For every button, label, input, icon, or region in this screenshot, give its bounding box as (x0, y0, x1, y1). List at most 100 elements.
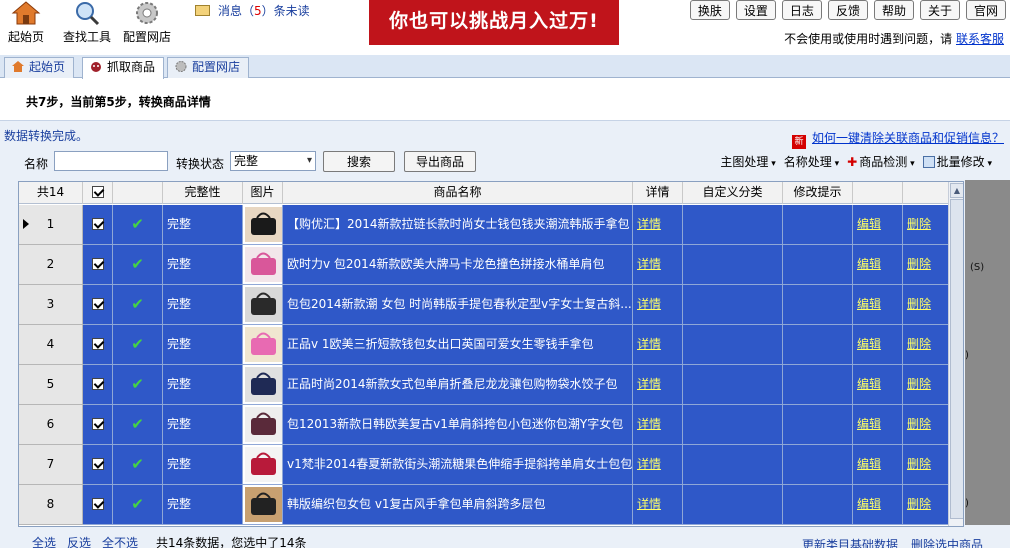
log-button[interactable]: 日志 (781, 0, 822, 20)
tab-home[interactable]: 起始页 (4, 57, 75, 78)
contact-support-link[interactable]: 联系客服 (956, 32, 1004, 46)
detail-link[interactable]: 详情 (637, 257, 661, 271)
invert-select-link[interactable]: 反选 (67, 534, 91, 548)
row-checkbox[interactable] (91, 298, 104, 310)
tab-config-store[interactable]: 配置网店 (167, 57, 250, 78)
name-process-menu[interactable]: 名称处理 (784, 153, 839, 170)
edit-link[interactable]: 编辑 (857, 337, 881, 351)
scroll-thumb[interactable] (950, 199, 963, 519)
detail-link[interactable]: 详情 (637, 337, 661, 351)
message-suffix: ）条未读 (261, 4, 310, 18)
edit-link[interactable]: 编辑 (857, 457, 881, 471)
batch-edit-menu[interactable]: 批量修改 (922, 153, 992, 170)
find-tool[interactable]: 查找工具 (60, 0, 114, 45)
row-select-cell[interactable] (83, 245, 113, 285)
search-button[interactable]: 搜索 (323, 151, 395, 172)
detail-link[interactable]: 详情 (637, 497, 661, 511)
table-row[interactable]: 2 ✔ 完整 欧时力v 包2014新款欧美大牌马卡龙色撞色拼接水桶单肩包 详情 编辑 删除 (19, 245, 949, 285)
row-index: 8 (19, 485, 83, 525)
row-hint-cell (783, 445, 853, 485)
delete-link[interactable]: 删除 (907, 497, 931, 511)
delete-link[interactable]: 删除 (907, 377, 931, 391)
edit-link[interactable]: 编辑 (857, 497, 881, 511)
edit-link[interactable]: 编辑 (857, 377, 881, 391)
about-button[interactable]: 关于 (919, 0, 960, 20)
row-checkbox[interactable] (91, 418, 104, 430)
row-select-cell[interactable] (83, 325, 113, 365)
table-row[interactable]: 3 ✔ 完整 包包2014新款潮 女包 时尚韩版手提包春秋定型v字女士复古斜... 详情… (19, 285, 949, 325)
promo-banner[interactable]: 你也可以挑战月入过万! (369, 0, 619, 45)
row-select-cell[interactable] (83, 405, 113, 445)
status-select[interactable]: 完整 (230, 151, 316, 171)
edit-link[interactable]: 编辑 (857, 417, 881, 431)
detail-link[interactable]: 详情 (637, 217, 661, 231)
row-select-cell[interactable] (83, 365, 113, 405)
feedback-button[interactable]: 反馈 (827, 0, 868, 20)
edit-link[interactable]: 编辑 (857, 257, 881, 271)
delete-link[interactable]: 删除 (907, 417, 931, 431)
row-image-cell (243, 445, 283, 485)
row-checkbox[interactable] (91, 498, 104, 510)
vertical-scrollbar[interactable]: ▲ (948, 182, 963, 526)
row-index: 5 (19, 365, 83, 405)
select-all-link[interactable]: 全选 (32, 534, 56, 548)
clear-association-link[interactable]: 如何一键清除关联商品和促销信息？ (812, 131, 1004, 145)
row-checkbox[interactable] (91, 338, 104, 350)
row-name: 正品v 1欧美三折短款钱包女出口英国可爱女生零钱手拿包 (283, 325, 633, 365)
table-row[interactable]: 7 ✔ 完整 v1梵非2014春夏新款街头潮流糖果色伸缩手提斜挎单肩女士包包 详情 编辑 删… (19, 445, 949, 485)
row-checkbox[interactable] (91, 218, 104, 230)
row-checkbox[interactable] (91, 378, 104, 390)
row-select-cell[interactable] (83, 445, 113, 485)
detail-link[interactable]: 详情 (637, 417, 661, 431)
row-status: 完整 (163, 405, 243, 445)
row-select-cell[interactable] (83, 205, 113, 245)
delete-link[interactable]: 删除 (907, 257, 931, 271)
tab-capture-goods-label: 抓取商品 (107, 60, 156, 74)
delete-link[interactable]: 删除 (907, 297, 931, 311)
table-row[interactable]: 6 ✔ 完整 包12013新款日韩欧美复古v1单肩斜挎包小包迷你包潮Y字女包 详情 编辑 删… (19, 405, 949, 445)
table-row[interactable]: 5 ✔ 完整 正品时尚2014新款女式包单肩折叠尼龙龙骧包购物袋水饺子包 详情 编辑 删除 (19, 365, 949, 405)
goods-check-menu[interactable]: ✚ 商品检测 (847, 153, 914, 170)
row-index-label: 1 (46, 217, 55, 231)
tab-capture-goods[interactable]: 抓取商品 (82, 57, 165, 79)
table-row[interactable]: 1 ✔ 完整 【购优汇】2014新款拉链长款时尚女士钱包钱夹潮流韩版手拿包 详情 编辑 删除 (19, 205, 949, 245)
row-checkbox[interactable] (91, 458, 104, 470)
row-category-cell (683, 485, 783, 525)
export-button[interactable]: 导出商品 (404, 151, 476, 172)
select-none-link[interactable]: 全不选 (102, 534, 138, 548)
row-index-label: 5 (46, 377, 55, 391)
header-checkbox[interactable] (91, 186, 104, 198)
header-category: 自定义分类 (683, 182, 783, 204)
scroll-up-icon[interactable]: ▲ (950, 183, 963, 198)
row-checkbox[interactable] (91, 258, 104, 270)
detail-link[interactable]: 详情 (637, 297, 661, 311)
new-badge-icon: 新 (791, 135, 806, 149)
config-tool[interactable]: 配置网店 (120, 0, 174, 45)
edit-link[interactable]: 编辑 (857, 297, 881, 311)
product-thumbnail (245, 247, 282, 282)
row-detail-cell: 详情 (633, 245, 683, 285)
message-count: 5 (254, 4, 262, 18)
update-category-link[interactable]: 更新类目基础数据 (802, 536, 898, 548)
delete-link[interactable]: 删除 (907, 337, 931, 351)
row-select-cell[interactable] (83, 285, 113, 325)
edit-link[interactable]: 编辑 (857, 217, 881, 231)
website-button[interactable]: 官网 (965, 0, 1006, 20)
delete-link[interactable]: 删除 (907, 217, 931, 231)
row-select-cell[interactable] (83, 485, 113, 525)
delete-link[interactable]: 删除 (907, 457, 931, 471)
main-image-menu[interactable]: 主图处理 (720, 153, 775, 170)
table-row[interactable]: 4 ✔ 完整 正品v 1欧美三折短款钱包女出口英国可爱女生零钱手拿包 详情 编辑 删除 (19, 325, 949, 365)
detail-link[interactable]: 详情 (637, 457, 661, 471)
header-select-all[interactable] (83, 182, 113, 204)
skin-button[interactable]: 换肤 (689, 0, 730, 20)
help-button[interactable]: 帮助 (873, 0, 914, 20)
table-row[interactable]: 8 ✔ 完整 韩版编织包女包 v1复古风手拿包单肩斜跨多层包 详情 编辑 删除 (19, 485, 949, 525)
detail-link[interactable]: 详情 (637, 377, 661, 391)
settings-button[interactable]: 设置 (735, 0, 776, 20)
message-indicator[interactable]: 消息（5）条未读 (195, 2, 310, 19)
home-tool[interactable]: 起始页 (6, 0, 46, 45)
row-category-cell (683, 285, 783, 325)
name-input[interactable] (54, 151, 168, 171)
delete-selected-link[interactable]: 删除选中商品 (911, 536, 983, 548)
